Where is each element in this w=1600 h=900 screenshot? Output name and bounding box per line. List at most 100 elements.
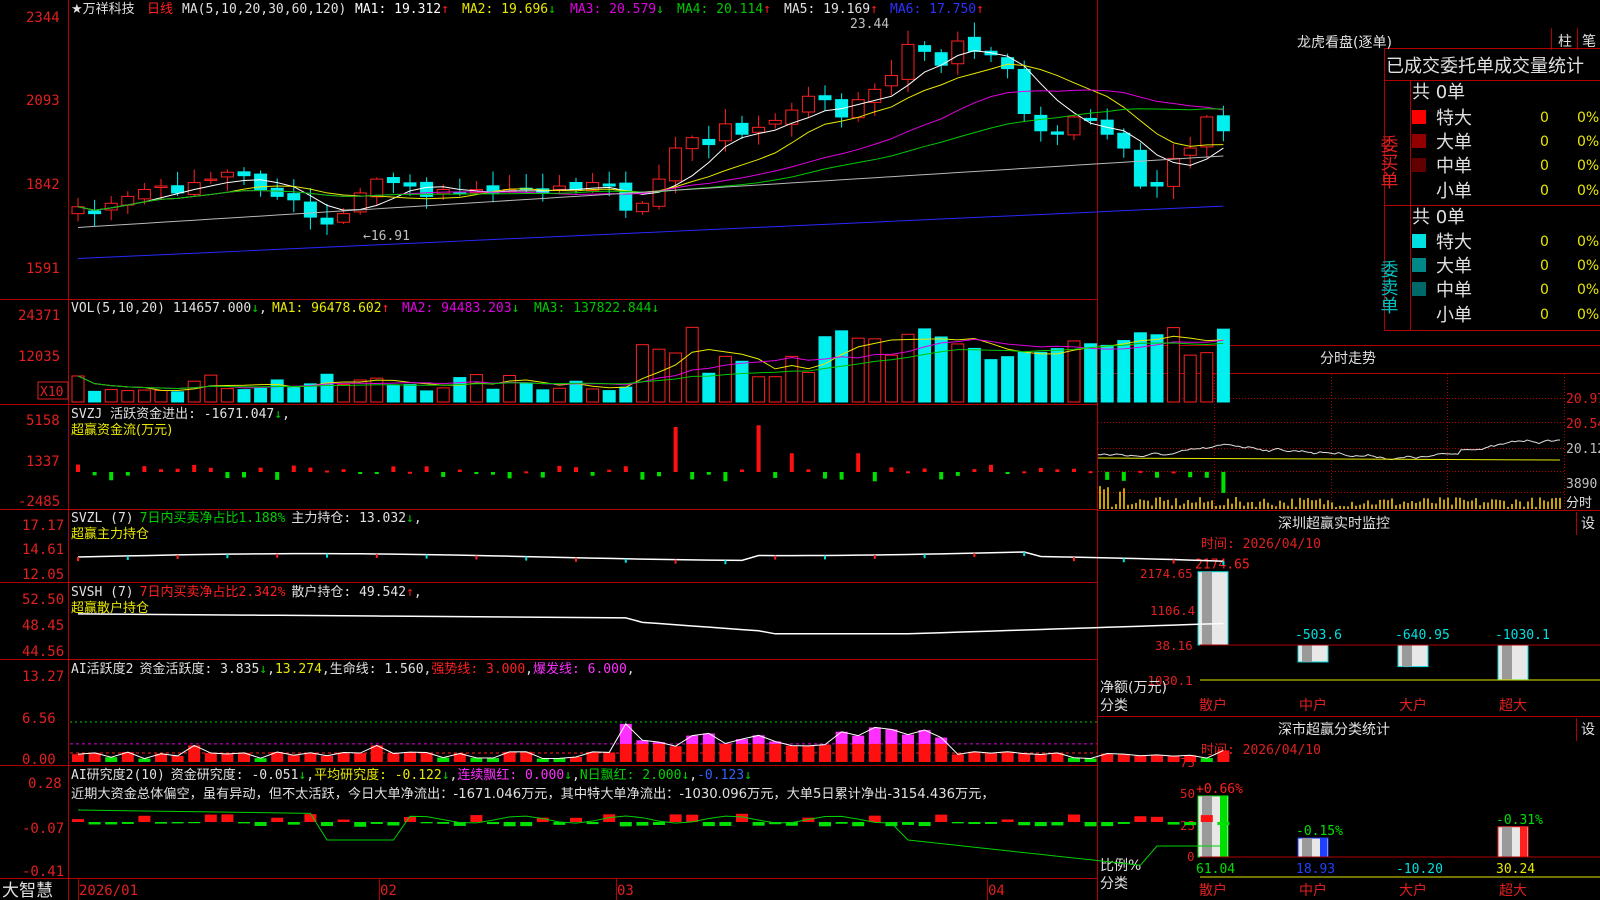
stock-chart-canvas[interactable]: 2344 2093 1842 1591 24371 12035 5158 133…: [0, 0, 1600, 900]
fl-change-label: -0.31%: [1496, 813, 1543, 828]
activity-bar: [171, 755, 184, 762]
svg-text:0: 0: [1540, 158, 1549, 174]
research-bar: [636, 822, 649, 826]
fs-volume-bar: [1227, 498, 1229, 509]
activity-bar: [221, 754, 234, 762]
candle-body: [702, 138, 716, 146]
fs-volume-bar: [1219, 505, 1221, 509]
lhb-bi-button[interactable]: 笔: [1582, 34, 1596, 50]
price-tick: 1842: [26, 177, 60, 193]
lhb-tabs[interactable]: 已成交委托单成交量统计: [1386, 56, 1584, 77]
research-bar: [935, 814, 948, 822]
candle-body: [685, 137, 699, 150]
research-bar: [819, 822, 831, 827]
flow-bar: [723, 472, 728, 482]
ai2-tick: -0.07: [22, 821, 64, 837]
candle-body: [1183, 147, 1197, 156]
research-bar: [404, 817, 416, 822]
ma4-line: [77, 108, 1224, 211]
flow-bar: [955, 472, 960, 476]
fs-volume-bar: [1351, 501, 1353, 509]
ma5-label: MA5: 19.169↑: [784, 2, 878, 17]
ma5-line: [77, 155, 1224, 228]
ai2-summary: 近期大资金总体偏空，虽有异动，但不太活跃，今日大单净流出：-1671.046万元…: [71, 786, 995, 802]
volume-bar: [669, 352, 683, 403]
flow-bar: [906, 471, 910, 474]
candle-body: [1067, 116, 1081, 136]
date-label: 2026/01: [79, 883, 138, 899]
fs-volume-bar: [1335, 506, 1337, 509]
tab-traded: 已成交: [1386, 56, 1440, 77]
fs-volume-bar: [1531, 497, 1533, 509]
svsh-tick: 48.45: [22, 618, 64, 634]
holding-tick: [77, 557, 79, 562]
fs-volume-bar: [1507, 506, 1509, 509]
candle-body: [1034, 114, 1048, 132]
svg-text:0%: 0%: [1577, 158, 1599, 174]
fs-volume-bar: [1463, 499, 1465, 509]
stock-name: ★万祥科技: [71, 2, 135, 17]
lhb-zhu-button[interactable]: 柱: [1558, 34, 1572, 50]
fs-volume-bar: [1279, 500, 1281, 509]
activity-bar: [835, 743, 848, 762]
flow-bar: [92, 472, 97, 476]
sz-bar-label: -1030.1: [1495, 628, 1550, 643]
fs-volume-bar: [1367, 500, 1369, 509]
activity-burst-bar: [702, 733, 715, 744]
research-bar: [586, 822, 599, 825]
flow-bar: [208, 467, 213, 472]
activity-bar: [653, 743, 665, 762]
svzl-chart: [77, 551, 1225, 566]
activity-bar: [902, 743, 914, 762]
candle-body: [1200, 116, 1214, 148]
fl-setting-button[interactable]: 设: [1581, 722, 1595, 738]
activity-bar: [1151, 754, 1163, 762]
fs-chart: [1097, 439, 1561, 509]
activity-bar: [536, 758, 549, 762]
sz-cat: 分类: [1100, 698, 1128, 714]
fs-volume-bar: [1155, 497, 1157, 509]
flow-bar: [76, 464, 80, 472]
svg-text:0%: 0%: [1577, 110, 1599, 126]
research-bar: [1134, 816, 1147, 822]
activity-bar: [852, 743, 865, 762]
fs-volume-bar: [1119, 491, 1121, 509]
fs-volume-bar: [1243, 505, 1245, 509]
fs-volume-bar: [1503, 500, 1505, 509]
holding-tick: [276, 553, 279, 558]
fs-volume-bar: [1395, 505, 1397, 509]
volume-bar: [934, 336, 948, 403]
volume-bar: [602, 390, 616, 403]
price-tick: 2093: [26, 93, 60, 109]
research-bar: [1101, 822, 1114, 827]
fs-volume-bar: [1399, 504, 1401, 509]
fs-volume-bar: [1231, 503, 1233, 509]
fs-volume-bar: [1203, 502, 1205, 509]
ai2-tick: -0.41: [22, 864, 64, 880]
holding-tick: [475, 555, 478, 560]
flow-bar: [889, 467, 894, 472]
fs-volume-bar: [1135, 502, 1137, 509]
holding-tick: [824, 555, 826, 560]
fl-tick: 25: [1180, 818, 1195, 833]
fs-volume-bar: [1559, 497, 1561, 509]
sz-setting-button[interactable]: 设: [1581, 516, 1595, 532]
flow-bar: [690, 472, 695, 480]
svg-text:0%: 0%: [1577, 307, 1599, 323]
fs-volume-bar: [1303, 499, 1305, 509]
svg-text:特大: 特大: [1436, 108, 1472, 129]
volume-bar: [619, 386, 633, 403]
ai1-tick: 6.56: [22, 711, 56, 727]
holding-tick: [724, 560, 727, 565]
sz-bar-label: -640.95: [1395, 628, 1450, 643]
research-bar: [985, 822, 997, 824]
sell-side-label: 委卖单: [1378, 260, 1399, 314]
fs-volume-bar: [1159, 497, 1161, 509]
fs-volume-bar: [1347, 506, 1349, 509]
volume-bar: [320, 373, 334, 403]
ai2-chart: [72, 809, 1230, 866]
fl-bar-shade: [1502, 826, 1512, 857]
sz-time: 时间: 2026/04/10: [1201, 537, 1321, 552]
svg-text:0: 0: [1540, 234, 1549, 250]
sz-bar-label: -503.6: [1295, 628, 1342, 643]
